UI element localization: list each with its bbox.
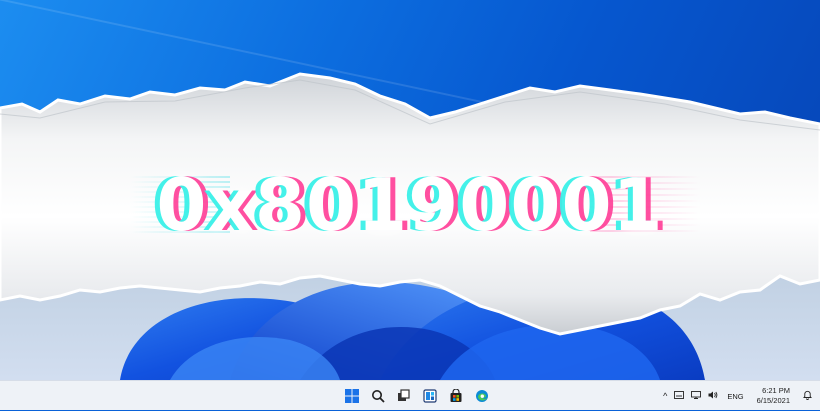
taskbar-pinned-apps	[342, 386, 492, 406]
edge-icon[interactable]	[472, 386, 492, 406]
clock-date: 6/15/2021	[756, 396, 790, 405]
task-view-icon[interactable]	[394, 386, 414, 406]
clock-time: 6:21 PM	[762, 386, 790, 395]
light-ray	[0, 0, 820, 180]
keyboard-ime-icon[interactable]	[674, 391, 685, 401]
volume-icon[interactable]	[708, 391, 718, 401]
system-tray: ^ ENG 6:21 PM 6/15/2021	[663, 381, 812, 411]
chevron-up-icon[interactable]: ^	[663, 391, 667, 401]
clock[interactable]: 6:21 PM 6/15/2021	[757, 386, 790, 406]
start-button-icon[interactable]	[342, 386, 362, 406]
network-icon[interactable]	[691, 391, 702, 401]
notification-bell-icon[interactable]	[803, 390, 812, 402]
store-icon[interactable]	[446, 386, 466, 406]
windows11-desktop-background	[0, 230, 820, 380]
widgets-icon[interactable]	[420, 386, 440, 406]
windows11-bloom	[120, 281, 705, 380]
language-indicator[interactable]: ENG	[727, 392, 743, 401]
error-code-headline: 0x80190001	[0, 160, 820, 250]
search-icon[interactable]	[368, 386, 388, 406]
taskbar: ^ ENG 6:21 PM 6/15/2021	[0, 380, 820, 410]
error-code-text: 0x80190001	[156, 163, 664, 247]
